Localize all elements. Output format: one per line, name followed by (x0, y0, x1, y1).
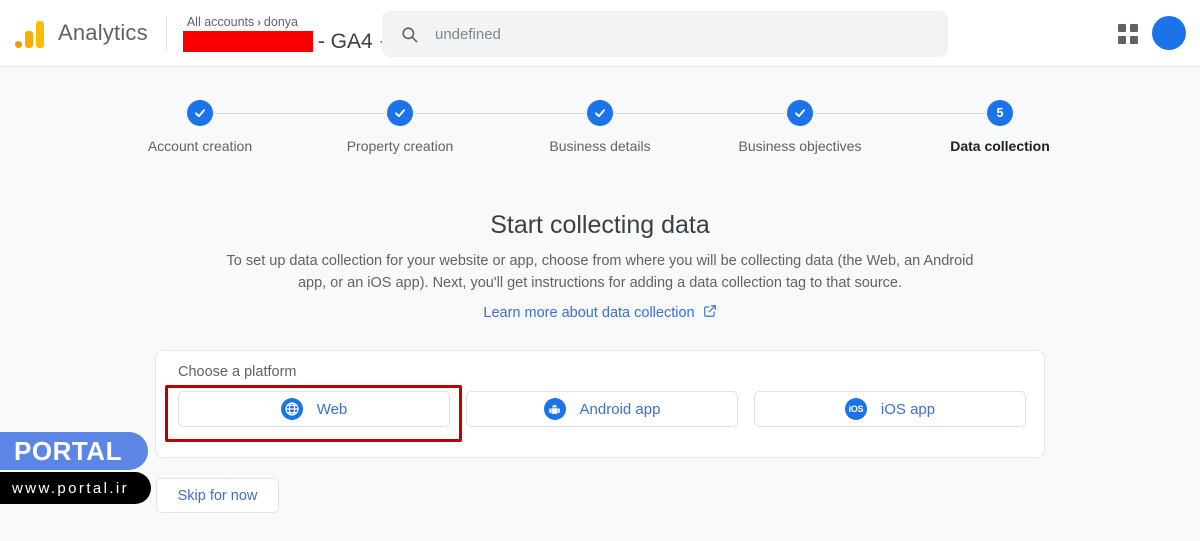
platform-label: Android app (579, 400, 661, 418)
account-selector[interactable]: All accounts › donya - GA4 (182, 13, 390, 54)
platform-option-ios[interactable]: iOS iOS app (754, 391, 1026, 427)
android-icon (543, 398, 566, 420)
step-marker-complete (587, 100, 613, 126)
search-bar[interactable] (382, 11, 948, 57)
step-marker-complete (387, 100, 413, 126)
globe-icon (280, 398, 303, 420)
header-divider (165, 16, 167, 50)
brand-name: Analytics (58, 20, 148, 45)
platform-options: Web Android app iOS iOS app (178, 391, 1026, 427)
step-marker-complete (187, 100, 213, 126)
learn-more-link[interactable]: Learn more about data collection (483, 304, 716, 322)
platform-label: iOS app (880, 400, 936, 418)
step-connector (413, 113, 587, 114)
step-connector (613, 113, 787, 114)
step-account-creation[interactable]: Account creation (100, 100, 300, 154)
step-business-objectives[interactable]: Business objectives (613, 100, 900, 154)
breadcrumb-separator-icon: › (257, 16, 261, 29)
step-label: Business details (549, 138, 651, 154)
step-label: Business objectives (738, 138, 862, 154)
watermark-brand: PORTAL (0, 432, 148, 470)
step-property-creation[interactable]: Property creation (213, 100, 500, 154)
platform-card: Choose a platform Web Android app iOS iO… (155, 350, 1045, 458)
redacted-property-name (182, 31, 313, 52)
app-header: Analytics All accounts › donya - GA4 (0, 0, 1200, 67)
step-business-details[interactable]: Business details (413, 100, 700, 154)
brand[interactable]: Analytics (14, 18, 148, 48)
breadcrumb-account[interactable]: donya (264, 15, 298, 29)
watermark-url: www.portal.ir (0, 472, 152, 504)
step-label: Data collection (950, 138, 1050, 154)
page-description: To set up data collection for your websi… (226, 253, 974, 291)
step-marker-complete (787, 100, 813, 126)
step-marker-active: 5 (987, 100, 1013, 126)
step-connector (813, 113, 987, 114)
skip-for-now-button[interactable]: Skip for now (156, 478, 279, 513)
breadcrumb: All accounts › donya (183, 15, 390, 29)
platform-option-android[interactable]: Android app (466, 391, 738, 427)
learn-more-row: Learn more about data collection (0, 304, 1200, 322)
step-label: Property creation (346, 138, 454, 154)
step-connector (213, 113, 387, 114)
step-label: Account creation (147, 138, 253, 154)
property-row[interactable]: - GA4 (182, 29, 390, 54)
ios-icon-text: iOS (848, 404, 864, 414)
external-link-icon (703, 304, 717, 322)
search-icon (400, 25, 419, 44)
search-input[interactable] (435, 25, 895, 43)
learn-more-label: Learn more about data collection (483, 305, 695, 321)
google-analytics-logo (14, 18, 46, 48)
platform-label: Web (316, 400, 348, 418)
apps-grid-icon[interactable] (1118, 24, 1138, 44)
page-title: Start collecting data (490, 211, 710, 239)
step-data-collection[interactable]: 5 Data collection (813, 100, 1100, 154)
card-title: Choose a platform (178, 364, 297, 380)
property-suffix: - GA4 (317, 29, 373, 53)
setup-stepper: Account creation Property creation Busin… (0, 100, 1200, 154)
ios-icon: iOS (844, 398, 867, 420)
platform-option-web[interactable]: Web (178, 391, 450, 427)
user-avatar[interactable] (1152, 16, 1186, 50)
breadcrumb-root[interactable]: All accounts (187, 15, 254, 29)
page-root: Analytics All accounts › donya - GA4 und… (0, 0, 1200, 541)
